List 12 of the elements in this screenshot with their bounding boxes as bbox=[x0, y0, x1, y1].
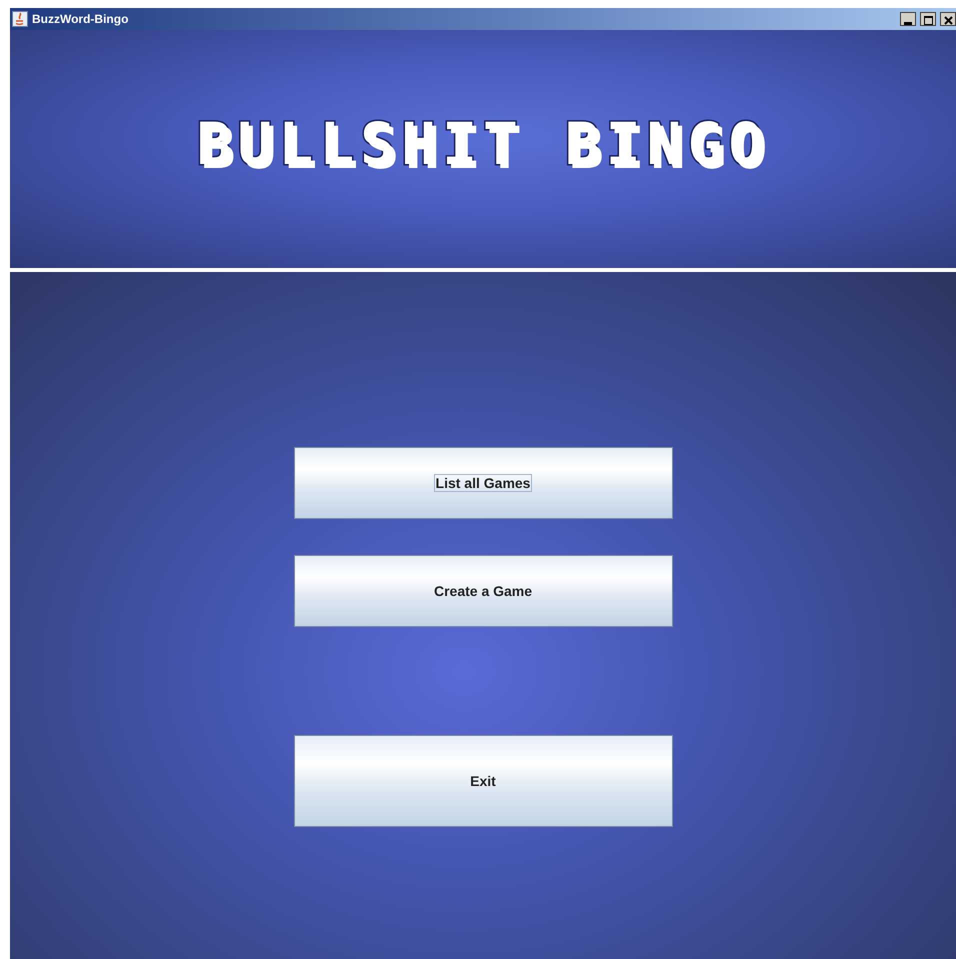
minimize-icon bbox=[904, 22, 912, 24]
maximize-icon bbox=[924, 16, 932, 24]
close-button[interactable] bbox=[940, 12, 956, 26]
menu-button[interactable]: Exit bbox=[294, 735, 672, 827]
menu-button[interactable]: Create a Game bbox=[294, 555, 672, 627]
logo-title: BULLSHIT BINGO bbox=[196, 115, 770, 173]
menu-button[interactable]: List all Games bbox=[294, 447, 672, 519]
window-title: BuzzWord-Bingo bbox=[32, 11, 128, 28]
minimize-button[interactable] bbox=[900, 12, 916, 26]
java-icon bbox=[12, 11, 28, 27]
close-icon bbox=[944, 16, 952, 24]
maximize-button[interactable] bbox=[920, 12, 936, 26]
